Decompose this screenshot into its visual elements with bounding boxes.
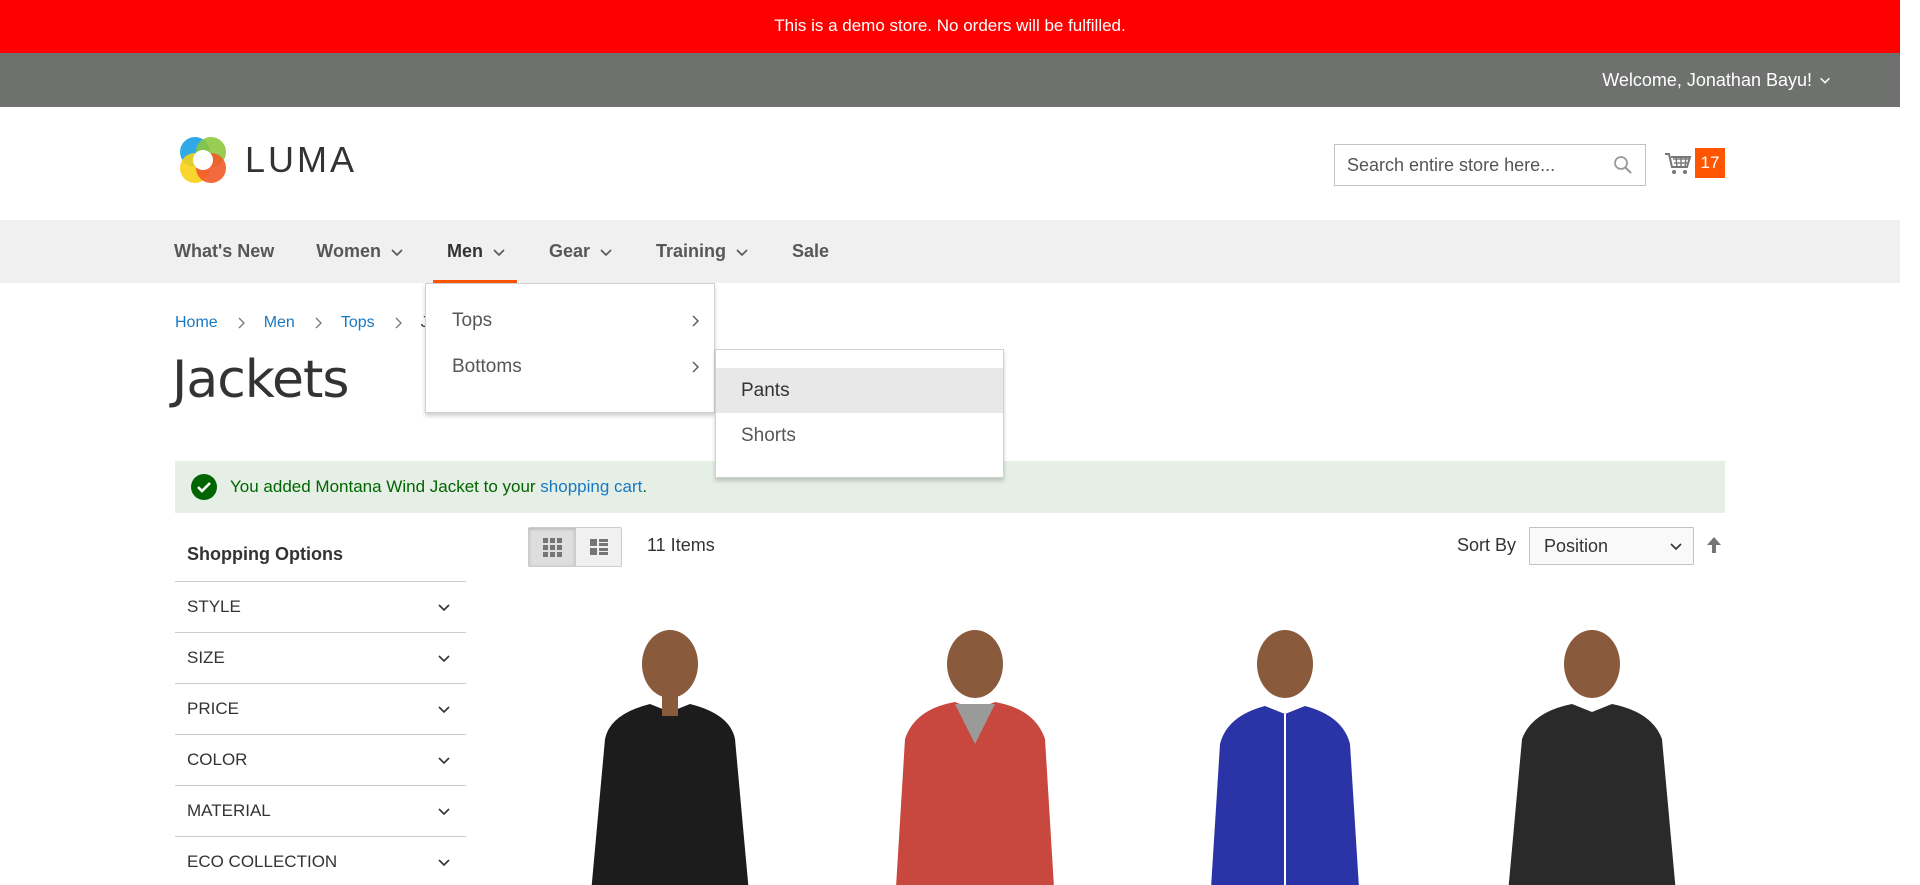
bottoms-submenu: Pants Shorts [715, 349, 1004, 478]
shopping-options-title: Shopping Options [175, 527, 466, 582]
page-title: Jackets [172, 350, 350, 410]
demo-banner-text: This is a demo store. No orders will be … [774, 16, 1126, 35]
customer-menu-toggle[interactable]: Welcome, Jonathan Bayu! [1602, 53, 1832, 107]
nav-item-label: Gear [548, 241, 590, 261]
product-image [1211, 630, 1359, 885]
chevron-down-icon [1820, 77, 1830, 84]
filter-label: MATERIAL [187, 801, 271, 820]
chevron-right-icon [238, 317, 245, 329]
chevron-down-icon [493, 248, 505, 256]
submenu-item-tops[interactable]: Tops [426, 298, 714, 344]
breadcrumb: Home Men Tops Ja [175, 314, 438, 332]
welcome-text: Welcome, Jonathan Bayu! [1602, 70, 1812, 90]
chevron-down-icon [438, 808, 450, 816]
jacket-shape [591, 704, 749, 885]
product-image [1508, 630, 1676, 885]
chevron-down-icon [600, 248, 612, 256]
breadcrumb-home[interactable]: Home [175, 314, 218, 332]
filter-label: STYLE [187, 597, 241, 616]
list-icon [589, 539, 608, 555]
chevron-down-icon [438, 757, 450, 765]
nav-item-men[interactable]: Men [432, 220, 517, 283]
nav-item-gear[interactable]: Gear [549, 220, 614, 283]
product-item[interactable] [1472, 604, 1712, 885]
shopping-cart-link[interactable]: shopping cart [540, 477, 642, 496]
product-item[interactable] [1165, 604, 1405, 885]
filter-label: PRICE [187, 699, 239, 718]
chevron-right-icon [692, 361, 699, 373]
message-suffix: . [642, 477, 648, 496]
nav-item-training[interactable]: Training [656, 220, 750, 283]
check-circle-icon [191, 474, 217, 500]
product-item[interactable] [855, 604, 1095, 885]
nav-item-label: Men [446, 241, 483, 261]
chevron-down-icon [736, 248, 748, 256]
nav-item-label: Sale [792, 241, 830, 261]
nav-item-sale[interactable]: Sale [792, 220, 829, 283]
chevron-down-icon [1670, 543, 1682, 551]
search-icon[interactable] [1613, 155, 1633, 175]
jacket-shape [1508, 704, 1676, 885]
filter-label: ECO COLLECTION [187, 852, 338, 871]
message-text: You added Montana Wind Jacket to your sh… [230, 477, 647, 497]
nav-item-women[interactable]: Women [316, 220, 405, 283]
grid-icon [543, 538, 562, 557]
search-box [1334, 144, 1646, 186]
filter-size[interactable]: SIZE [175, 633, 466, 684]
filter-color[interactable]: COLOR [175, 735, 466, 786]
chevron-right-icon [315, 317, 322, 329]
chevron-down-icon [438, 706, 450, 714]
chevron-down-icon [391, 248, 403, 256]
submenu-item-label: Bottoms [452, 356, 522, 377]
toolbar-item-count: 11 Items [647, 535, 715, 555]
breadcrumb-tops[interactable]: Tops [341, 314, 375, 332]
luma-logo-icon [180, 137, 226, 183]
filter-label: SIZE [187, 648, 225, 667]
filter-label: COLOR [187, 750, 248, 769]
chevron-right-icon [395, 317, 402, 329]
product-image [591, 630, 749, 885]
message-prefix: You added Montana Wind Jacket to your [230, 477, 541, 496]
grid-view-button[interactable] [529, 528, 575, 566]
top-header-panel: Welcome, Jonathan Bayu! [0, 53, 1900, 107]
list-view-button[interactable] [575, 528, 621, 566]
chevron-down-icon [438, 604, 450, 612]
submenu-item-label: Tops [452, 310, 493, 331]
sort-by-label: Sort By [1457, 535, 1517, 555]
cart-icon [1665, 153, 1692, 174]
sort-by-select[interactable]: Position [1529, 527, 1694, 565]
filter-material[interactable]: MATERIAL [175, 786, 466, 837]
sort-direction-arrow-icon[interactable] [1705, 535, 1723, 555]
chevron-down-icon [438, 655, 450, 663]
layered-navigation: Shopping Options STYLE SIZE PRICE COLOR … [175, 527, 466, 885]
view-mode-switcher [528, 527, 622, 567]
filter-style[interactable]: STYLE [175, 582, 466, 633]
nav-item-label: Training [656, 241, 727, 261]
product-item[interactable] [550, 604, 790, 885]
chevron-down-icon [438, 859, 450, 867]
cart-count-badge: 17 [1695, 148, 1725, 178]
store-logo[interactable]: LUMA [175, 132, 357, 188]
submenu-item-pants[interactable]: Pants [716, 368, 1003, 413]
search-input[interactable] [1347, 154, 1613, 176]
main-navigation: What's New Women Men Gear Training Sale [0, 220, 1900, 283]
product-image [896, 630, 1054, 885]
chevron-right-icon [692, 315, 699, 327]
men-submenu: Tops Bottoms [425, 283, 715, 413]
sort-by-value: Position [1544, 535, 1609, 556]
filter-eco-collection[interactable]: ECO COLLECTION [175, 837, 466, 885]
submenu-item-bottoms[interactable]: Bottoms [426, 344, 714, 390]
breadcrumb-men[interactable]: Men [264, 314, 295, 332]
minicart-button[interactable]: 17 [1663, 148, 1725, 178]
demo-store-banner: This is a demo store. No orders will be … [0, 0, 1900, 53]
nav-item-whats-new[interactable]: What's New [174, 220, 274, 283]
nav-item-label: What's New [174, 241, 275, 261]
logo-text: LUMA [245, 139, 358, 180]
nav-item-label: Women [316, 241, 381, 261]
submenu-item-shorts[interactable]: Shorts [716, 413, 1003, 458]
filter-price[interactable]: PRICE [175, 684, 466, 735]
